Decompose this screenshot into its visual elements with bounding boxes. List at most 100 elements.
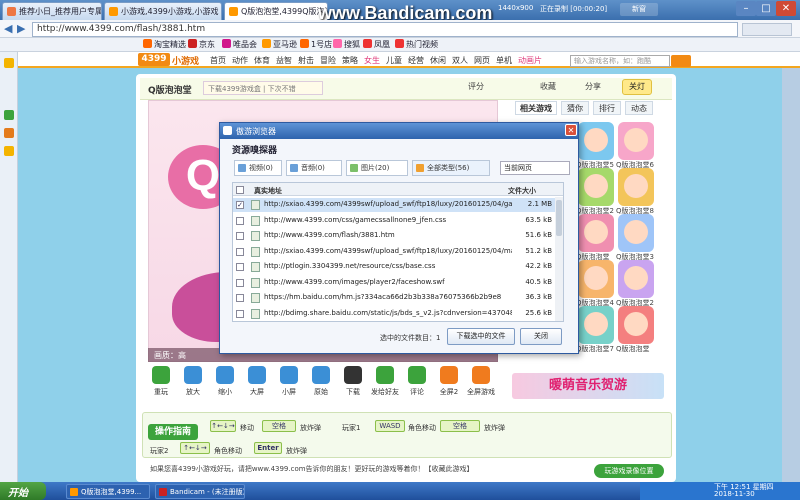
related-game-thumbnail[interactable] xyxy=(618,122,654,160)
resource-row[interactable]: https://hm.baidu.com/hm.js?334aca66d2b3b… xyxy=(233,291,555,305)
related-game-thumbnail[interactable] xyxy=(618,260,654,298)
toolbar-fullscreen-game-button[interactable]: 全屏游戏 xyxy=(466,366,496,397)
browser-tab-1[interactable]: 推荐小日_推荐用户专属的 xyxy=(2,2,102,20)
row-checkbox[interactable] xyxy=(236,263,244,271)
row-checkbox[interactable] xyxy=(236,232,244,240)
row-checkbox[interactable] xyxy=(236,278,244,287)
record-location-button[interactable]: 玩游戏录像位置 xyxy=(594,464,664,478)
nav-item[interactable]: 儿童 xyxy=(386,55,402,66)
bookmark-item[interactable]: 唯品会 xyxy=(222,39,257,50)
nav-item[interactable]: 双人 xyxy=(452,55,468,66)
table-scrollbar-thumb[interactable] xyxy=(556,200,562,236)
bookmark-item[interactable]: 凤凰 xyxy=(363,39,390,50)
toolbar-mobile-download-button[interactable]: 下载 xyxy=(338,366,368,397)
nav-item[interactable]: 策略 xyxy=(342,55,358,66)
related-game-thumbnail[interactable] xyxy=(578,306,614,344)
bookmark-item[interactable]: 热门视频 xyxy=(395,39,438,50)
back-icon[interactable]: ◀ xyxy=(4,23,14,35)
guide-button[interactable]: 操作指南 xyxy=(148,424,198,440)
bookmark-item[interactable]: 京东 xyxy=(188,39,215,50)
window-close-button[interactable]: ✕ xyxy=(776,1,796,16)
search-icon[interactable] xyxy=(671,55,691,67)
favorites-icon[interactable] xyxy=(4,58,14,68)
row-checkbox[interactable] xyxy=(236,309,244,318)
nav-item[interactable]: 体育 xyxy=(254,55,270,66)
page-scope-select[interactable]: 当前网页 xyxy=(500,161,570,175)
toolbar-zoom-out-button[interactable]: 缩小 xyxy=(210,366,240,397)
toolbar-fullscreen-button[interactable]: 大屏 xyxy=(242,366,272,397)
notes-icon[interactable] xyxy=(4,146,14,156)
dialog-close-icon[interactable]: ✕ xyxy=(565,124,577,136)
share-button[interactable]: 分享 xyxy=(585,81,601,95)
toolbar-original-size-button[interactable]: 原始 xyxy=(306,366,336,397)
resource-row[interactable]: ✓ http://sxiao.4399.com/4399swf/upload_sw… xyxy=(233,198,555,212)
resource-row[interactable]: http://bdimg.share.baidu.com/static/js/b… xyxy=(233,307,555,321)
toolbar-send-friend-button[interactable]: 发给好友 xyxy=(370,366,400,397)
related-game-label[interactable]: Q版泡泡堂 xyxy=(616,344,650,354)
row-checkbox[interactable] xyxy=(236,247,244,256)
related-game-thumbnail[interactable] xyxy=(618,168,654,206)
site-logo[interactable]: 4399 xyxy=(138,53,170,66)
taskbar-item-bandicam[interactable]: Bandicam - (未注册版) xyxy=(155,484,245,499)
toolbar-zoom-in-button[interactable]: 放大 xyxy=(178,366,208,397)
filter-video[interactable]: 视频(0) xyxy=(234,160,282,176)
resource-row[interactable]: http://www.4399.com/flash/3881.htm 51.6 k… xyxy=(233,229,555,243)
related-game-thumbnail[interactable] xyxy=(578,260,614,298)
related-game-thumbnail[interactable] xyxy=(578,214,614,252)
resource-row[interactable]: http://www.4399.com/css/gamecssallnone9_… xyxy=(233,214,555,228)
filter-all[interactable]: 全部类型(56) xyxy=(412,160,490,176)
filter-audio[interactable]: 音频(0) xyxy=(286,160,342,176)
collect-button[interactable]: 收藏 xyxy=(540,81,556,95)
tab-related[interactable]: 相关游戏 xyxy=(515,101,557,115)
toolbar-replay-button[interactable]: 重玩 xyxy=(146,366,176,397)
browser-tab-3[interactable]: Q版泡泡堂,4399Q版泡泡堂 xyxy=(224,2,328,20)
resource-row[interactable]: http://ptlogin.3304399.net/resource/css/… xyxy=(233,260,555,274)
bookmark-item[interactable]: 亚马逊 xyxy=(262,39,297,50)
resource-row[interactable]: http://sxiao.4399.com/4399swf/upload_swf… xyxy=(233,245,555,259)
site-search-input[interactable]: 输入游戏名称，如：跑酷 xyxy=(570,55,670,67)
maximize-button[interactable]: □ xyxy=(756,1,776,16)
nav-item[interactable]: 动画片 xyxy=(518,55,542,66)
promo-banner[interactable]: 暖萌音乐贺游 xyxy=(512,373,664,399)
toolbar-small-screen-button[interactable]: 小屏 xyxy=(274,366,304,397)
column-url[interactable]: 真实地址 xyxy=(254,186,282,196)
related-game-thumbnail[interactable] xyxy=(578,122,614,160)
row-checkbox[interactable]: ✓ xyxy=(236,201,244,209)
resource-row[interactable]: http://www.4399.com/images/player2/faces… xyxy=(233,276,555,290)
taskbar-item-browser[interactable]: Q版泡泡堂,4399... xyxy=(66,484,150,499)
nav-item[interactable]: 网页 xyxy=(474,55,490,66)
nav-item[interactable]: 单机 xyxy=(496,55,512,66)
tab-guess[interactable]: 猜你 xyxy=(561,101,589,115)
start-button[interactable]: 开始 xyxy=(0,482,46,500)
row-checkbox[interactable] xyxy=(236,216,244,225)
clock[interactable]: 下午 12:51 星期四 2018-11-30 xyxy=(714,484,774,498)
column-size[interactable]: 文件大小 xyxy=(508,186,536,196)
download-selected-button[interactable]: 下载选中的文件 xyxy=(447,328,515,345)
nav-item[interactable]: 射击 xyxy=(298,55,314,66)
new-tab-button[interactable]: 新窗 xyxy=(620,3,658,16)
bookmark-item[interactable]: 1号店 xyxy=(300,39,332,50)
filter-image[interactable]: 图片(20) xyxy=(346,160,408,176)
nav-item[interactable]: 动作 xyxy=(232,55,248,66)
nav-item[interactable]: 女生 xyxy=(364,55,380,66)
nav-item[interactable]: 经营 xyxy=(408,55,424,66)
download-box-hint[interactable]: 下载4399游戏盒 | 下次不错 xyxy=(203,81,323,95)
related-game-thumbnail[interactable] xyxy=(618,306,654,344)
rating-button[interactable]: 评分 xyxy=(468,81,484,95)
related-game-thumbnail[interactable] xyxy=(618,214,654,252)
minimize-button[interactable]: – xyxy=(736,1,756,16)
tab-rank[interactable]: 排行 xyxy=(593,101,621,115)
bookmark-item[interactable]: 淘宝精选 xyxy=(143,39,186,50)
tab-news[interactable]: 动态 xyxy=(625,101,653,115)
bookmark-item[interactable]: 搜狐 xyxy=(333,39,360,50)
nav-item[interactable]: 冒险 xyxy=(320,55,336,66)
toolbar-fullscreen2-button[interactable]: 全屏2 xyxy=(434,366,464,397)
dialog-close-button[interactable]: 关闭 xyxy=(520,328,562,345)
lights-off-button[interactable]: 关灯 xyxy=(622,79,652,95)
related-game-label[interactable]: Q版泡泡堂7 xyxy=(576,344,614,354)
nav-item[interactable]: 益智 xyxy=(276,55,292,66)
browser-tab-2[interactable]: 小游戏,4399小游戏,小游戏 xyxy=(104,2,222,20)
select-all-checkbox[interactable] xyxy=(236,186,244,194)
sidebar-app-icon[interactable] xyxy=(4,110,14,120)
rss-icon[interactable] xyxy=(4,128,14,138)
